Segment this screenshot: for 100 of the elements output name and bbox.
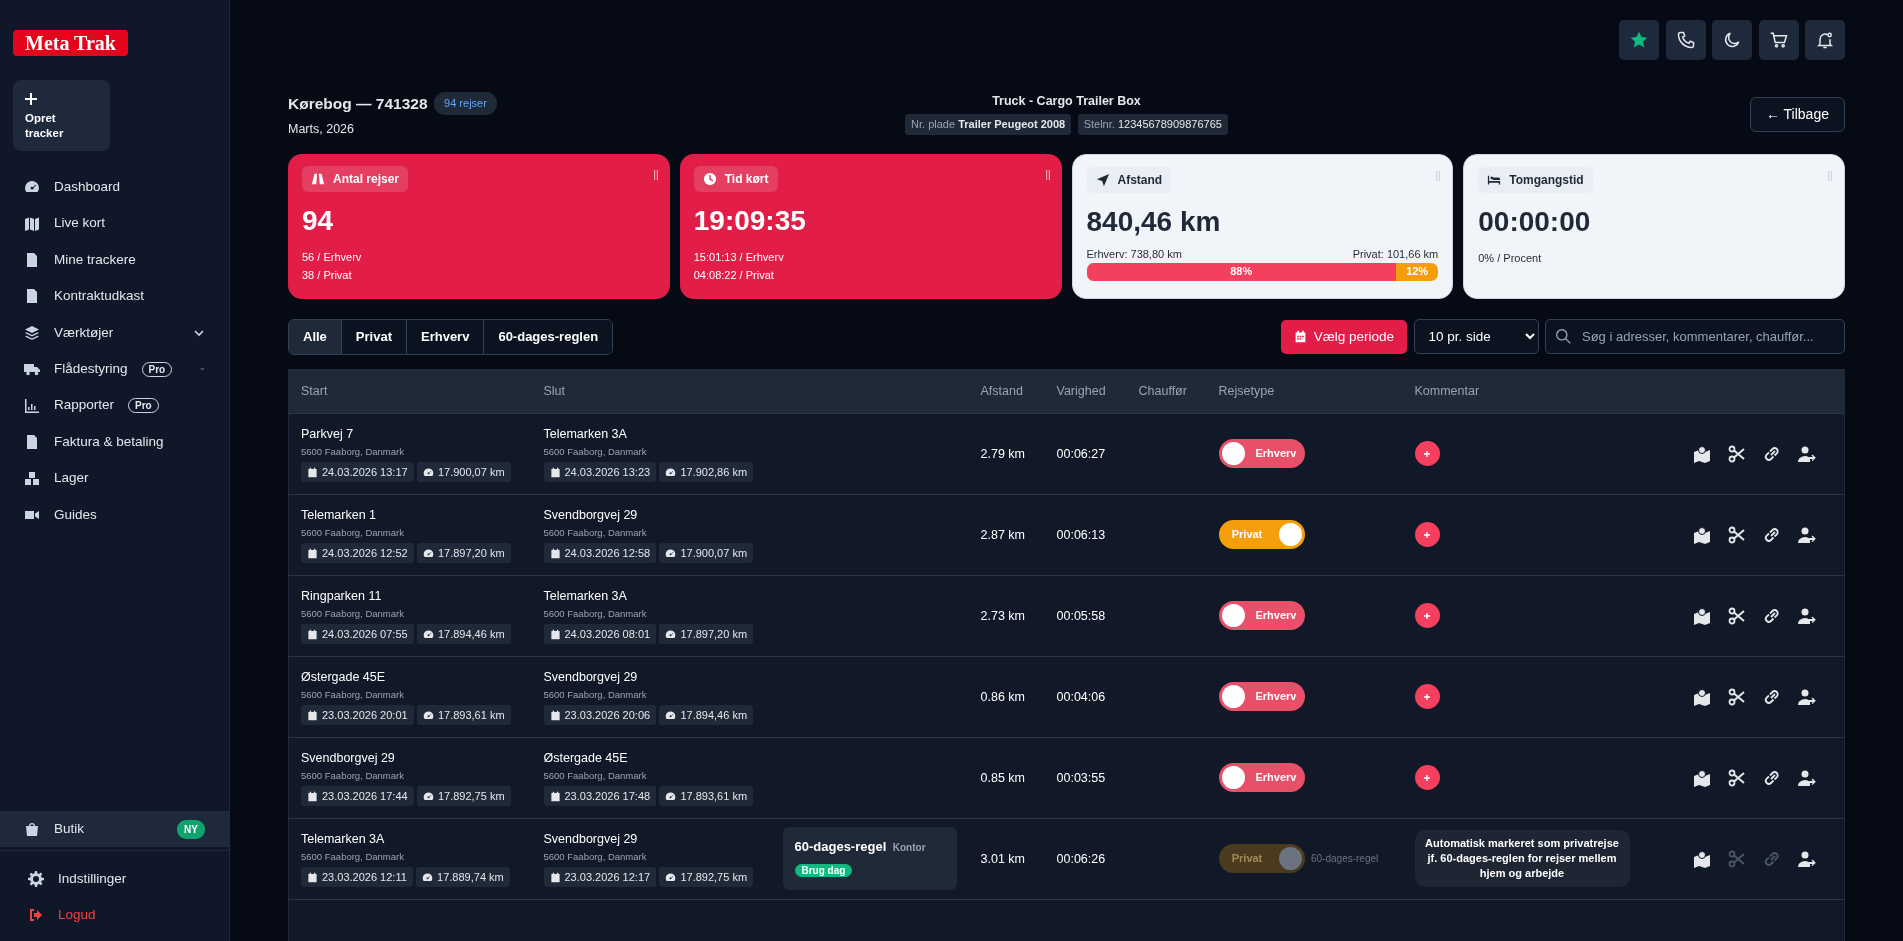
period-button[interactable]: Vælg periode bbox=[1280, 319, 1407, 354]
toolbar-button[interactable] bbox=[1712, 20, 1752, 60]
rule-title: 60-dages-regel bbox=[794, 838, 887, 857]
grip-icon[interactable] bbox=[1828, 171, 1832, 181]
map-pin-icon bbox=[1693, 525, 1711, 544]
column-header: Start bbox=[301, 383, 328, 398]
grip-icon[interactable] bbox=[653, 170, 658, 180]
distance: 2.87 km bbox=[980, 527, 1025, 542]
rule-note: 60-dages-regel bbox=[1311, 852, 1379, 866]
calendar-icon bbox=[549, 790, 561, 802]
toolbar-button[interactable] bbox=[1619, 20, 1659, 60]
address: Østergade 45E bbox=[301, 668, 387, 686]
create-tracker-button[interactable]: Opret tracker bbox=[13, 80, 110, 151]
address: Svendborgvej 29 bbox=[543, 506, 639, 524]
add-comment-button[interactable] bbox=[1414, 441, 1440, 466]
timestamp-chip: 23.03.2026 20:01 bbox=[301, 704, 414, 726]
address: Parkvej 7 bbox=[301, 425, 355, 443]
page-subtitle: Marts, 2026 bbox=[288, 121, 355, 139]
sidebar-item[interactable]: Butik NY bbox=[0, 811, 229, 847]
page-size-select[interactable]: 10 pr. side bbox=[1413, 319, 1539, 355]
shopping-bag-icon bbox=[24, 821, 40, 837]
add-comment-button[interactable] bbox=[1414, 684, 1440, 709]
city: 5600 Faaborg, Danmark bbox=[301, 849, 405, 864]
link-icon bbox=[1763, 849, 1781, 868]
odometer-chip: 17.897,20 km bbox=[416, 542, 511, 564]
duration: 00:03:55 bbox=[1056, 770, 1106, 785]
filter-tab[interactable]: Erhverv bbox=[407, 320, 485, 354]
add-comment-button[interactable] bbox=[1414, 765, 1440, 790]
timestamp-chip: 24.03.2026 07:55 bbox=[301, 623, 414, 645]
filter-tab[interactable]: Alle bbox=[289, 320, 342, 354]
sidebar-item[interactable]: Logud bbox=[0, 897, 229, 933]
calendar-icon bbox=[307, 466, 318, 478]
odometer-chip: 17.894,46 km bbox=[659, 704, 754, 726]
trip-type-toggle[interactable]: Erhverv bbox=[1218, 763, 1305, 792]
calendar-icon bbox=[1293, 330, 1307, 344]
city: 5600 Faaborg, Danmark bbox=[301, 525, 405, 540]
map-pin-icon bbox=[1693, 849, 1711, 868]
odometer-chip: 17.894,46 km bbox=[416, 623, 511, 645]
search-field[interactable]: Søg i adresser, kommentarer, chauffør... bbox=[1545, 319, 1845, 355]
distance: 2.79 km bbox=[980, 446, 1025, 461]
stat-label: Antal rejser bbox=[302, 166, 409, 192]
gear-icon bbox=[28, 871, 44, 887]
grip-icon[interactable] bbox=[1045, 170, 1050, 180]
phone-icon bbox=[1675, 30, 1696, 50]
sidebar-item[interactable]: Værktøjer bbox=[0, 314, 229, 351]
city: 5600 Faaborg, Danmark bbox=[543, 687, 648, 702]
back-button[interactable]: ← Tilbage bbox=[1749, 97, 1845, 132]
sidebar-item[interactable]: Guides bbox=[0, 496, 229, 533]
link-icon bbox=[1763, 687, 1781, 706]
sidebar-item[interactable]: Lager bbox=[0, 460, 229, 497]
stat-detail: 04:08:22 / Privat bbox=[693, 267, 775, 283]
scissors-icon bbox=[1728, 849, 1746, 868]
sidebar-item[interactable]: Live kort bbox=[0, 205, 229, 242]
add-comment-button[interactable] bbox=[1414, 522, 1440, 547]
sidebar-item[interactable]: Flådestyring Pro bbox=[0, 350, 229, 388]
gauge-icon bbox=[422, 871, 434, 883]
column-header: Afstand bbox=[980, 383, 1023, 398]
scissors-icon bbox=[1728, 525, 1746, 544]
bed-icon bbox=[1487, 173, 1502, 187]
scissors-icon bbox=[1728, 687, 1746, 706]
toolbar-button[interactable] bbox=[1758, 20, 1799, 60]
gauge-icon bbox=[665, 871, 677, 883]
stat-detail: 56 / Erhverv bbox=[302, 249, 363, 265]
document-icon bbox=[24, 288, 40, 305]
gauge-icon bbox=[422, 709, 434, 721]
map-pin-icon bbox=[1693, 606, 1711, 625]
chart-icon bbox=[24, 397, 40, 414]
link-icon bbox=[1763, 525, 1781, 544]
scissors-icon bbox=[1728, 768, 1746, 787]
city: 5600 Faaborg, Danmark bbox=[301, 768, 405, 783]
trip-type-toggle[interactable]: Erhverv bbox=[1218, 682, 1305, 711]
filter-tab[interactable]: 60-dages-reglen bbox=[484, 320, 613, 354]
plus-icon bbox=[1422, 772, 1432, 783]
gauge-icon bbox=[422, 466, 434, 478]
calendar-icon bbox=[549, 871, 561, 883]
user-arrow-icon bbox=[1798, 606, 1816, 625]
odometer-chip: 17.900,07 km bbox=[659, 542, 754, 564]
toolbar-button[interactable] bbox=[1805, 20, 1845, 60]
gauge-icon bbox=[665, 709, 677, 721]
sidebar-item[interactable]: Indstillinger bbox=[0, 861, 229, 897]
page-title: Kørebog — 741328 bbox=[288, 94, 428, 114]
address: Svendborgvej 29 bbox=[543, 668, 639, 686]
stat-value: 19:09:35 bbox=[693, 204, 807, 238]
grip-icon[interactable] bbox=[1436, 171, 1441, 181]
document-icon bbox=[24, 251, 40, 268]
gauge-icon bbox=[665, 628, 677, 640]
rule-tag: Kontor bbox=[892, 839, 926, 855]
add-comment-button[interactable] bbox=[1414, 603, 1440, 628]
sidebar-item[interactable]: Rapporter Pro bbox=[0, 387, 229, 424]
sidebar-item[interactable]: Dashboard bbox=[0, 169, 229, 206]
sidebar-item[interactable]: Faktura & betaling bbox=[0, 423, 229, 461]
toolbar-button[interactable] bbox=[1665, 20, 1706, 60]
star-icon bbox=[1629, 30, 1649, 50]
sidebar-item[interactable]: Mine trackere bbox=[0, 241, 229, 279]
filter-tab[interactable]: Privat bbox=[341, 320, 407, 354]
trip-type-toggle[interactable]: Erhverv bbox=[1218, 439, 1305, 468]
sidebar-item[interactable]: Kontraktudkast bbox=[0, 278, 229, 315]
trip-type-toggle[interactable]: Erhverv bbox=[1218, 601, 1305, 630]
trip-count-badge: 94 rejser bbox=[434, 92, 497, 115]
logout-icon bbox=[28, 907, 44, 923]
